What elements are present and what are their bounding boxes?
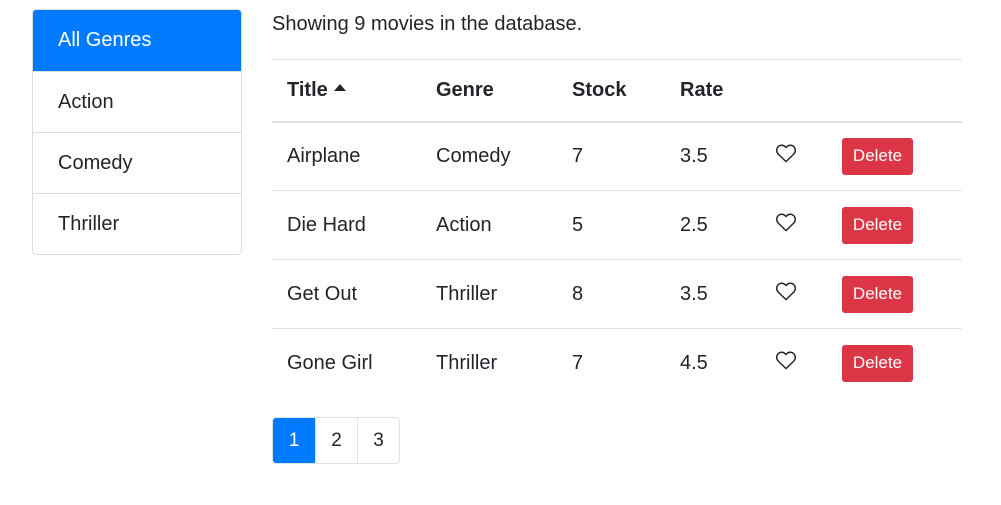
- heart-outline-icon[interactable]: [775, 212, 797, 232]
- cell-stock: 7: [572, 144, 584, 167]
- delete-button[interactable]: Delete: [842, 137, 913, 175]
- cell-genre: Thriller: [421, 328, 557, 398]
- cell-title: Gone Girl: [272, 328, 421, 398]
- cell-genre: Comedy: [436, 144, 511, 167]
- column-header-stock[interactable]: Stock: [557, 59, 665, 123]
- genre-item-all-genres[interactable]: All Genres: [33, 10, 241, 71]
- pagination: 1 2 3: [272, 417, 400, 464]
- cell-rate: 4.5: [665, 328, 760, 398]
- cell-rate: 2.5: [665, 190, 760, 260]
- column-header-actions: [827, 59, 962, 123]
- page-link-2[interactable]: 2: [315, 418, 357, 463]
- movies-table: Title Genre Stock Rate Airplane Comedy 7…: [272, 59, 962, 398]
- cell-title: Die Hard: [272, 190, 421, 260]
- heart-outline-icon[interactable]: [775, 143, 797, 163]
- movie-count-text: Showing 9 movies in the database.: [272, 13, 583, 35]
- cell-like: [760, 122, 827, 191]
- delete-button[interactable]: Delete: [842, 344, 913, 382]
- column-header-rate-label: Rate: [680, 78, 724, 101]
- cell-stock: 7: [557, 328, 665, 398]
- genre-list: All Genres Action Comedy Thriller: [32, 9, 242, 255]
- cell-like: [760, 259, 827, 329]
- genre-item-thriller[interactable]: Thriller: [33, 193, 241, 254]
- delete-button[interactable]: Delete: [842, 275, 913, 313]
- table-row: Airplane Comedy 7 3.5 Delete: [272, 122, 962, 191]
- cell-like: [760, 328, 827, 398]
- cell-genre: Thriller: [421, 259, 557, 329]
- cell-rate: 3.5: [680, 144, 708, 167]
- table-header-row: Title Genre Stock Rate: [272, 59, 962, 123]
- cell-actions: Delete: [827, 122, 962, 191]
- column-header-genre[interactable]: Genre: [421, 59, 557, 123]
- table-row: Get Out Thriller 8 3.5 Delete: [272, 259, 962, 329]
- column-header-title[interactable]: Title: [272, 59, 421, 123]
- cell-actions: Delete: [827, 328, 962, 398]
- column-header-like: [760, 59, 827, 123]
- heart-outline-icon[interactable]: [775, 350, 797, 370]
- cell-stock: 8: [557, 259, 665, 329]
- cell-title: Get Out: [272, 259, 421, 329]
- delete-button[interactable]: Delete: [842, 206, 913, 244]
- cell-like: [760, 190, 827, 260]
- column-header-stock-label: Stock: [572, 78, 627, 101]
- cell-actions: Delete: [827, 190, 962, 260]
- page-link-3[interactable]: 3: [357, 418, 399, 463]
- column-header-rate[interactable]: Rate: [665, 59, 760, 123]
- heart-outline-icon[interactable]: [775, 281, 797, 301]
- cell-actions: Delete: [827, 259, 962, 329]
- page-link-1[interactable]: 1: [273, 418, 315, 463]
- column-header-genre-label: Genre: [436, 78, 494, 101]
- cell-genre: Action: [421, 190, 557, 260]
- cell-stock: 5: [557, 190, 665, 260]
- cell-rate: 3.5: [665, 259, 760, 329]
- genre-item-comedy[interactable]: Comedy: [33, 132, 241, 193]
- column-header-title-label: Title: [287, 78, 328, 101]
- genre-item-action[interactable]: Action: [33, 71, 241, 132]
- table-row: Gone Girl Thriller 7 4.5 Delete: [272, 328, 962, 398]
- caret-up-icon: [333, 83, 346, 91]
- table-row: Die Hard Action 5 2.5 Delete: [272, 190, 962, 260]
- cell-title: Airplane: [287, 144, 361, 167]
